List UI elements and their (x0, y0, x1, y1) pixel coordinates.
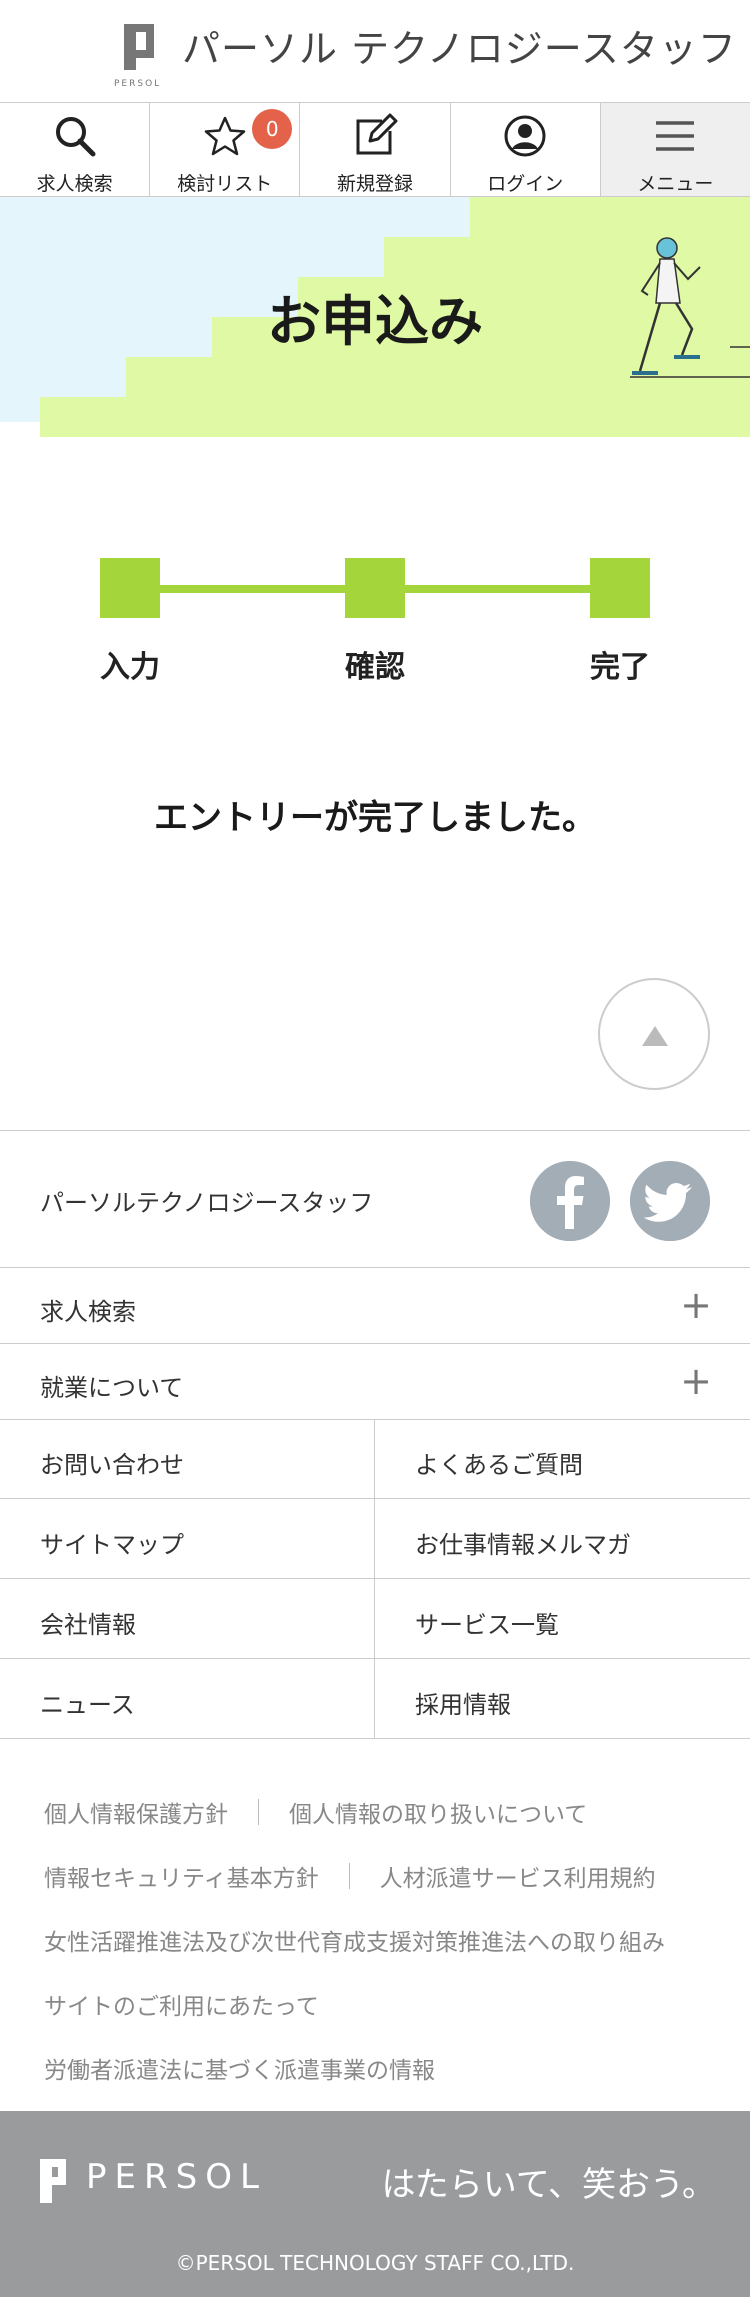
footer-link-label: よくあるご質問 (415, 1451, 583, 1479)
divider (348, 1863, 350, 1889)
step-label-complete: 完了 (590, 650, 650, 685)
footer-link-faq[interactable]: よくあるご質問 (375, 1419, 750, 1499)
policy-links-row: 個人情報保護方針 個人情報の取り扱いについて (44, 1780, 724, 1844)
footer-grid-row: 会社情報 サービス一覧 (0, 1579, 750, 1659)
logo-small-text: PERSOL (114, 79, 161, 88)
nav-register[interactable]: 新規登録 (300, 103, 451, 196)
footer-link-label: サービス一覧 (415, 1611, 559, 1639)
progress-steps: 入力 確認 完了 (0, 550, 750, 690)
hamburger-icon (656, 121, 695, 151)
facebook-icon (530, 1161, 610, 1241)
page-title: お申込み (267, 290, 483, 353)
footer-link-label: 採用情報 (415, 1691, 511, 1719)
nav-saved-list[interactable]: 0 検討リスト (150, 103, 301, 196)
accordion-label-employment: 就業について (40, 1374, 184, 1402)
footer-link-label: サイトマップ (40, 1531, 184, 1559)
nav-job-search[interactable]: 求人検索 (0, 103, 151, 196)
accordion-label-job-search: 求人検索 (40, 1298, 136, 1326)
footer-link-sitemap[interactable]: サイトマップ (0, 1499, 375, 1579)
nav-label-job-search: 求人検索 (36, 173, 113, 195)
step-marker-confirm (345, 558, 405, 618)
step-label-input: 入力 (100, 650, 160, 685)
policy-links: 個人情報保護方針 個人情報の取り扱いについて 情報セキュリティ基本方針 人材派遣… (44, 1780, 724, 2100)
persol-wordmark[interactable]: PERSOL (86, 2157, 267, 2197)
persol-mark-icon (40, 2159, 66, 2203)
link-privacy-policy[interactable]: 個人情報保護方針 (44, 1795, 228, 1829)
site-name[interactable]: パーソル テクノロジースタッフ (182, 18, 737, 73)
star-icon (204, 116, 246, 156)
saved-count-badge: 0 (252, 109, 293, 149)
brand-slogan: はたらいて、笑おう。 (381, 2165, 716, 2205)
footer-link-recruit[interactable]: 採用情報 (375, 1659, 750, 1739)
footer-link-newsletter[interactable]: お仕事情報メルマガ (375, 1499, 750, 1579)
link-site-usage[interactable]: サイトのご利用にあたって (44, 1987, 319, 2021)
nav-label-menu: メニュー (637, 173, 714, 195)
policy-links-row: 情報セキュリティ基本方針 人材派遣サービス利用規約 (44, 1844, 724, 1908)
footer-grid-row: お問い合わせ よくあるご質問 (0, 1419, 750, 1499)
twitter-icon (630, 1161, 710, 1241)
nav-menu[interactable]: メニュー (600, 103, 750, 196)
persol-logo-icon[interactable]: PERSOL (114, 22, 170, 88)
footer-link-grid: お問い合わせ よくあるご質問 サイトマップ お仕事情報メルマガ 会社情報 サービ… (0, 1419, 750, 1739)
nav-label-saved-list: 検討リスト (177, 173, 273, 195)
step-label-confirm: 確認 (345, 650, 405, 685)
divider (258, 1799, 259, 1825)
scroll-to-top-button[interactable] (598, 978, 710, 1090)
plus-icon: + (680, 1283, 712, 1327)
footer-brand-bar: パーソルテクノロジースタッフ (0, 1130, 750, 1268)
user-icon (504, 115, 546, 157)
facebook-link[interactable] (530, 1161, 610, 1241)
footer-link-services[interactable]: サービス一覧 (375, 1579, 750, 1659)
copyright: ©PERSOL TECHNOLOGY STAFF CO.,LTD. (175, 2251, 575, 2275)
link-security-policy[interactable]: 情報セキュリティ基本方針 (44, 1859, 319, 1893)
footer-link-contact[interactable]: お問い合わせ (0, 1419, 375, 1499)
footer-link-label: お問い合わせ (40, 1451, 184, 1479)
plus-icon: + (680, 1359, 712, 1403)
nav-login[interactable]: ログイン (451, 103, 601, 196)
nav-label-register: 新規登録 (337, 173, 414, 195)
footer-link-label: 会社情報 (40, 1611, 136, 1639)
footer-link-label: ニュース (40, 1691, 135, 1719)
accordion-employment[interactable]: 就業について + (0, 1344, 750, 1420)
step-marker-complete (590, 558, 650, 618)
footer-company-name: パーソルテクノロジースタッフ (40, 1189, 374, 1217)
twitter-link[interactable] (630, 1161, 710, 1241)
policy-links-row: 労働者派遣法に基づく派遣事業の情報 (44, 2036, 724, 2100)
footer-grid-row: サイトマップ お仕事情報メルマガ (0, 1499, 750, 1579)
footer-link-news[interactable]: ニュース (0, 1659, 375, 1739)
footer-link-company[interactable]: 会社情報 (0, 1579, 375, 1659)
link-personal-info-handling[interactable]: 個人情報の取り扱いについて (289, 1795, 587, 1829)
arrow-up-icon (642, 1026, 668, 1046)
search-icon (55, 117, 96, 157)
completion-message: エントリーが完了しました。 (154, 798, 596, 838)
global-nav: 求人検索 0 検討リスト 新規登録 ログイン メニュー (0, 103, 750, 197)
site-header: PERSOL パーソル テクノロジースタッフ (0, 0, 750, 103)
page-hero: お申込み (0, 197, 750, 437)
link-women-empowerment[interactable]: 女性活躍推進法及び次世代育成支援対策推進法への取り組み (44, 1923, 665, 1957)
edit-icon (356, 113, 398, 155)
accordion-job-search[interactable]: 求人検索 + (0, 1268, 750, 1344)
link-dispatch-terms[interactable]: 人材派遣サービス利用規約 (380, 1859, 656, 1893)
footer-bottom-bar: PERSOL はたらいて、笑おう。 ©PERSOL TECHNOLOGY STA… (0, 2111, 750, 2297)
footer-grid-row: ニュース 採用情報 (0, 1659, 750, 1739)
nav-label-login: ログイン (487, 173, 564, 195)
link-dispatch-info[interactable]: 労働者派遣法に基づく派遣事業の情報 (44, 2051, 435, 2085)
footer-link-label: お仕事情報メルマガ (415, 1531, 631, 1559)
policy-links-row: サイトのご利用にあたって (44, 1972, 724, 2036)
step-marker-input (100, 558, 160, 618)
policy-links-row: 女性活躍推進法及び次世代育成支援対策推進法への取り組み (44, 1908, 724, 1972)
